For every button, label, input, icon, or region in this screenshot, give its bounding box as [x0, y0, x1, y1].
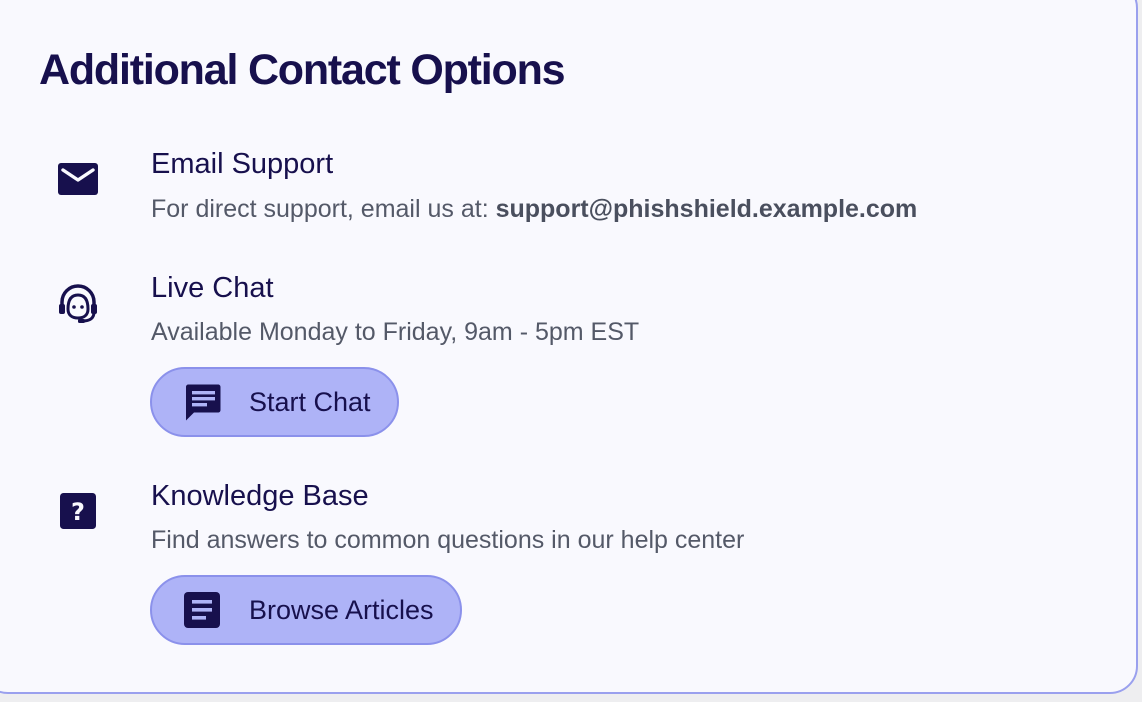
support-agent-icon: [57, 282, 99, 324]
knowledge-base-title: Knowledge Base: [151, 480, 369, 512]
knowledge-base-description: Find answers to common questions in our …: [151, 526, 745, 554]
email-support-title: Email Support: [151, 148, 334, 180]
browse-articles-button[interactable]: Browse Articles: [150, 575, 462, 645]
email-support-prefix: For direct support, email us at:: [151, 195, 496, 223]
support-email-address[interactable]: support@phishshield.example.com: [496, 195, 918, 223]
start-chat-label: Start Chat: [249, 386, 371, 417]
live-chat-hours: Available Monday to Friday, 9am - 5pm ES…: [151, 318, 640, 346]
live-chat-title: Live Chat: [151, 272, 274, 304]
chat-bubble-icon: [180, 380, 224, 424]
browse-articles-label: Browse Articles: [249, 594, 434, 625]
start-chat-button[interactable]: Start Chat: [150, 367, 399, 437]
svg-text:?: ?: [71, 498, 85, 526]
article-icon: [180, 588, 224, 632]
envelope-icon: [57, 158, 99, 200]
email-support-description: For direct support, email us at: support…: [151, 193, 917, 225]
page-title: Additional Contact Options: [39, 46, 566, 94]
help-icon: ?: [57, 490, 99, 532]
